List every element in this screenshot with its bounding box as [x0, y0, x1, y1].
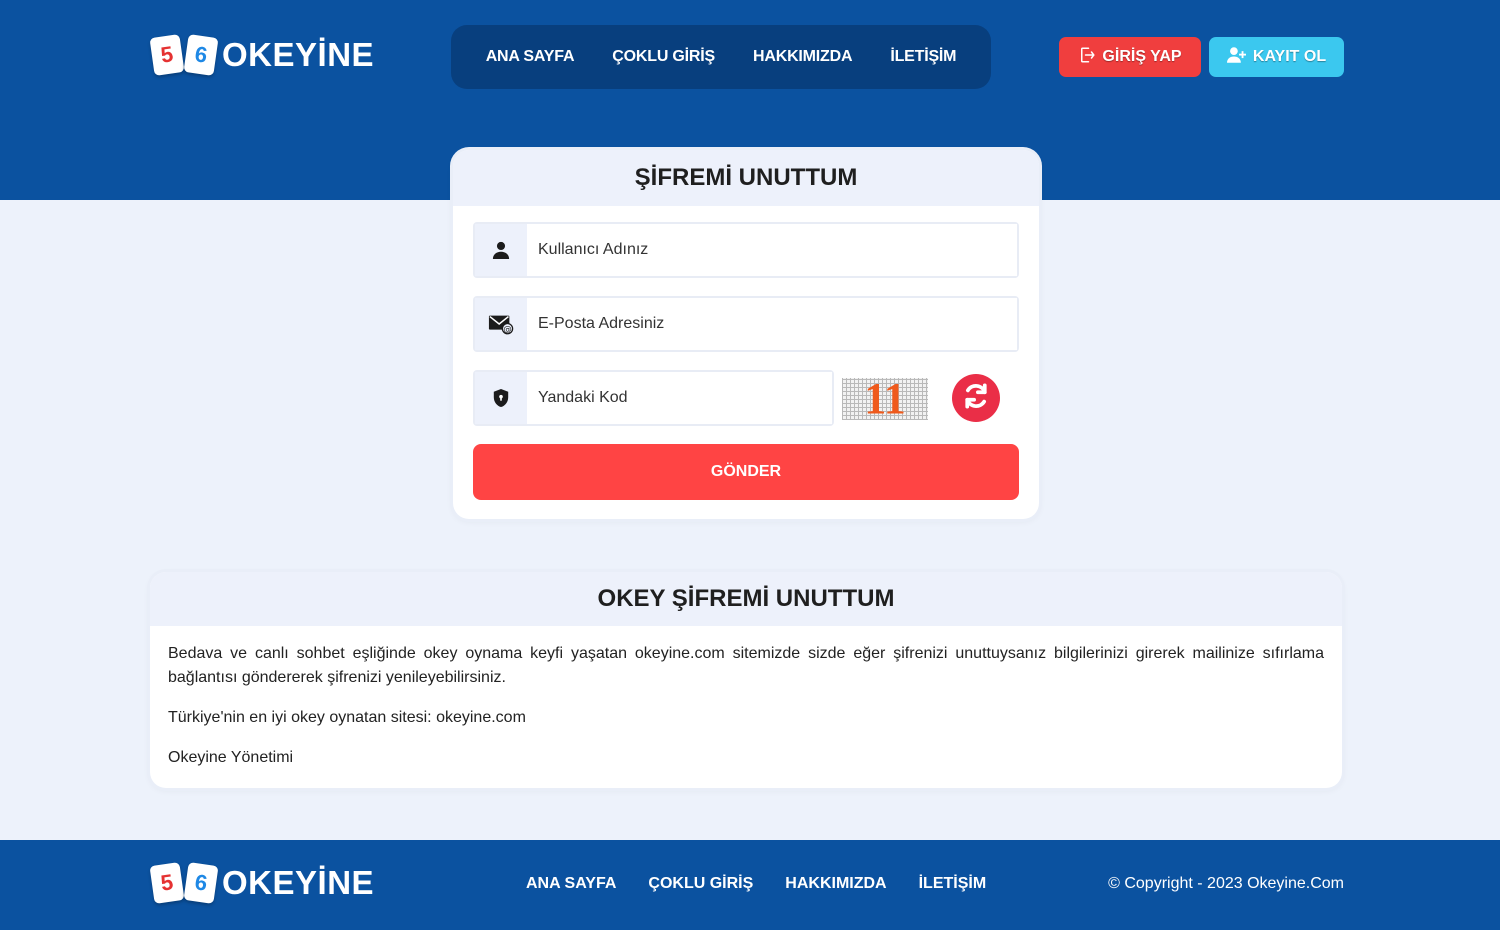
logo-wordmark: OKEYİNE	[222, 864, 375, 901]
logo-tile-5: 5	[149, 862, 185, 904]
footer-logo[interactable]: 5 6 OKEYİNE	[149, 862, 375, 904]
footer: 5 6 OKEYİNE ANA SAYFA ÇOKLU GİRİŞ HAKKIM…	[0, 840, 1500, 930]
forgot-password-card: ŞİFREMİ UNUTTUM @	[453, 150, 1039, 519]
shield-icon	[475, 372, 527, 424]
nav-home[interactable]: ANA SAYFA	[486, 48, 575, 66]
refresh-captcha-button[interactable]	[952, 374, 1000, 422]
svg-text:@: @	[503, 324, 511, 334]
info-card: OKEY ŞİFREMİ UNUTTUM Bedava ve canlı soh…	[150, 572, 1342, 788]
site-logo[interactable]: 5 6 OKEYİNE	[149, 34, 375, 76]
info-paragraph: Okeyine Yönetimi	[168, 749, 294, 766]
form-title: ŞİFREMİ UNUTTUM	[453, 150, 1039, 206]
info-paragraph: Türkiye'nin en iyi okey oynatan sitesi: …	[168, 709, 526, 726]
logo-wordmark: OKEYİNE	[222, 36, 375, 73]
email-field: @	[473, 296, 1019, 352]
nav-about[interactable]: HAKKIMIZDA	[753, 48, 853, 66]
main-nav: ANA SAYFA ÇOKLU GİRİŞ HAKKIMIZDA İLETİŞİ…	[451, 25, 991, 89]
footer-nav-about[interactable]: HAKKIMIZDA	[785, 875, 886, 893]
info-paragraph: Bedava ve canlı sohbet eşliğinde okey oy…	[168, 645, 1324, 686]
refresh-icon	[961, 381, 991, 416]
email-input[interactable]	[527, 298, 1017, 350]
footer-nav-contact[interactable]: İLETİŞİM	[919, 875, 987, 893]
footer-nav-multi-login[interactable]: ÇOKLU GİRİŞ	[648, 875, 753, 893]
username-input[interactable]	[527, 224, 1017, 276]
login-button-label: GİRİŞ YAP	[1102, 48, 1182, 65]
footer-nav: ANA SAYFA ÇOKLU GİRİŞ HAKKIMIZDA İLETİŞİ…	[526, 875, 986, 893]
logo-tile-5: 5	[149, 34, 185, 76]
logo-tile-6: 6	[183, 34, 219, 76]
info-title: OKEY ŞİFREMİ UNUTTUM	[150, 572, 1342, 626]
login-button[interactable]: GİRİŞ YAP	[1059, 37, 1201, 77]
register-button[interactable]: KAYIT OL	[1209, 37, 1344, 77]
logo-tile-6: 6	[183, 862, 219, 904]
nav-contact[interactable]: İLETİŞİM	[890, 48, 956, 66]
envelope-icon: @	[475, 298, 527, 350]
register-button-label: KAYIT OL	[1252, 48, 1327, 65]
captcha-code: 11	[864, 374, 906, 423]
captcha-code-field	[473, 370, 834, 426]
copyright-text: © Copyright - 2023 Okeyine.Com	[1108, 875, 1344, 892]
footer-nav-home[interactable]: ANA SAYFA	[526, 875, 616, 893]
username-field	[473, 222, 1019, 278]
captcha-image: 11	[842, 374, 928, 423]
nav-multi-login[interactable]: ÇOKLU GİRİŞ	[612, 48, 715, 66]
add-user-icon	[1226, 46, 1247, 69]
login-icon	[1078, 46, 1096, 69]
submit-button[interactable]: GÖNDER	[473, 444, 1019, 500]
user-icon	[475, 224, 527, 276]
captcha-input[interactable]	[527, 372, 832, 424]
info-body: Bedava ve canlı sohbet eşliğinde okey oy…	[150, 626, 1342, 770]
